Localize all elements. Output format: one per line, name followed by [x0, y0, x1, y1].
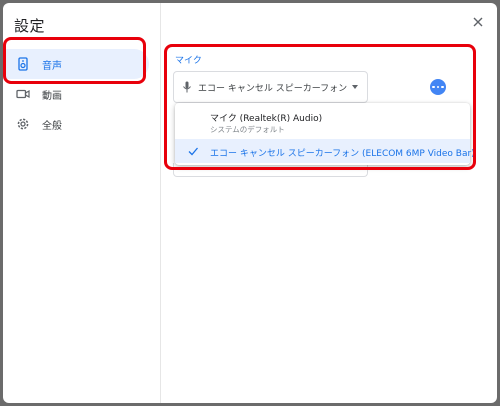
- video-camera-icon: [16, 87, 30, 101]
- mic-option-realtek[interactable]: マイク (Realtek(R) Audio) システムのデフォルト: [175, 107, 470, 135]
- chevron-down-icon: [352, 85, 358, 89]
- sidebar-item-label: 全般: [42, 120, 62, 132]
- settings-dialog: 設定 音声 動画 全般: [3, 3, 497, 403]
- more-dots-icon: [432, 85, 435, 89]
- speaker-icon: [16, 57, 30, 71]
- mic-dropdown-menu: マイク (Realtek(R) Audio) システムのデフォルト エコー キャ…: [175, 103, 475, 165]
- sidebar-item-general[interactable]: 全般: [3, 109, 149, 139]
- sidebar-item-label: 動画: [42, 90, 62, 102]
- mic-select[interactable]: エコー キャンセル スピーカーフォン…: [173, 71, 368, 103]
- sidebar-item-video[interactable]: 動画: [3, 79, 149, 109]
- close-button[interactable]: [471, 15, 485, 29]
- settings-sidebar: 設定 音声 動画 全般: [3, 3, 161, 403]
- dialog-title: 設定: [14, 17, 46, 35]
- check-icon: [188, 147, 198, 156]
- sidebar-item-label: 音声: [42, 60, 62, 72]
- option-label: エコー キャンセル スピーカーフォン (ELECOM 6MP Video Bar…: [210, 149, 475, 159]
- gear-icon: [16, 117, 30, 131]
- mic-select-value: エコー キャンセル スピーカーフォン…: [198, 83, 348, 94]
- mic-section-label: マイク: [175, 56, 202, 66]
- microphone-icon: [183, 81, 191, 93]
- option-sublabel: システムのデフォルト: [210, 125, 285, 134]
- speaker-select-partial: [173, 163, 368, 177]
- close-icon: [473, 17, 483, 27]
- option-label: マイク (Realtek(R) Audio): [210, 114, 323, 124]
- more-options-button[interactable]: [430, 79, 446, 95]
- mic-option-elecom[interactable]: エコー キャンセル スピーカーフォン (ELECOM 6MP Video Bar…: [175, 139, 475, 163]
- sidebar-item-audio[interactable]: 音声: [3, 49, 149, 79]
